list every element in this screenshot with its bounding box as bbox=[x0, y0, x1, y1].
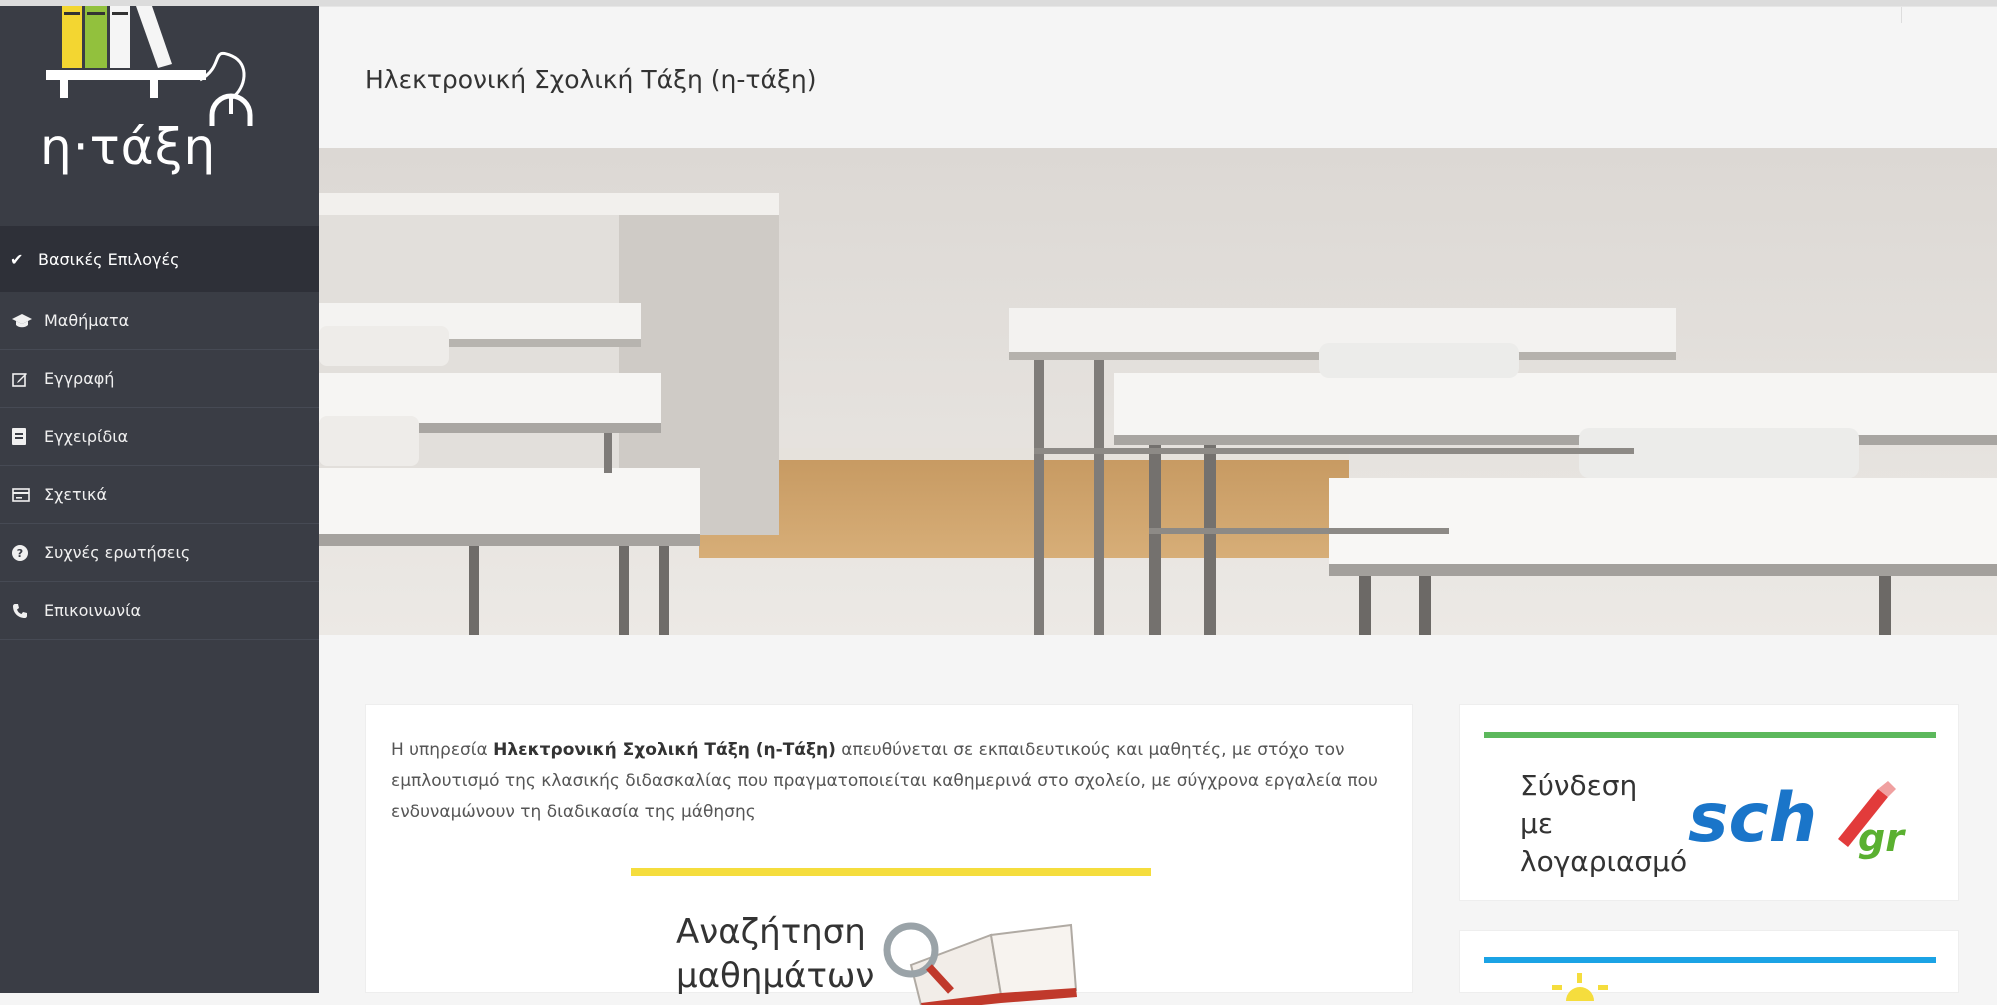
sidebar-item-faq[interactable]: ? Συχνές ερωτήσεις bbox=[0, 524, 319, 582]
sidebar-item-registration[interactable]: Εγγραφή bbox=[0, 350, 319, 408]
check-icon: ✔ bbox=[10, 249, 24, 269]
bookshelf-logo-graphic bbox=[46, 6, 253, 126]
blue-accent-bar bbox=[1484, 957, 1936, 963]
phone-icon bbox=[12, 603, 44, 619]
sidebar-menu: ✔ Βασικές Επιλογές Μαθήματα Εγγραφή Εγχε… bbox=[0, 226, 319, 640]
course-search-title[interactable]: Αναζήτηση μαθημάτων bbox=[676, 910, 874, 998]
sidebar-item-label: Σχετικά bbox=[44, 485, 108, 504]
sidebar-item-manuals[interactable]: Εγχειρίδια bbox=[0, 408, 319, 466]
intro-card: Η υπηρεσία Ηλεκτρονική Σχολική Τάξη (η-Τ… bbox=[365, 704, 1413, 1005]
secondary-card bbox=[1459, 930, 1959, 1001]
green-accent-bar bbox=[1484, 732, 1936, 738]
svg-text:?: ? bbox=[17, 547, 23, 560]
sidebar-item-label: Μαθήματα bbox=[44, 311, 130, 330]
graduation-cap-icon bbox=[12, 313, 44, 329]
card-icon bbox=[12, 487, 44, 502]
page-header: Ηλεκτρονική Σχολική Τάξη (η-τάξη) bbox=[319, 6, 1997, 149]
sidebar-item-label: Εγχειρίδια bbox=[44, 427, 129, 446]
header-divider bbox=[1901, 7, 1902, 23]
sidebar-item-label: Συχνές ερωτήσεις bbox=[44, 543, 191, 562]
book-magnifier-icon[interactable] bbox=[871, 905, 1121, 1005]
sch-gr-logo: sch gr bbox=[1688, 779, 1906, 860]
login-label: Σύνδεση με λογαριασμό bbox=[1520, 769, 1688, 878]
sidebar: η·τάξη ✔ Βασικές Επιλογές Μαθήματα Εγγρα… bbox=[0, 6, 319, 993]
intro-prefix: Η υπηρεσία bbox=[391, 740, 494, 760]
page-title: Ηλεκτρονική Σχολική Τάξη (η-τάξη) bbox=[365, 65, 817, 94]
sch-login-card[interactable]: Σύνδεση με λογαριασμό sch gr bbox=[1459, 704, 1959, 901]
sidebar-item-courses[interactable]: Μαθήματα bbox=[0, 292, 319, 350]
sidebar-item-label: Εγγραφή bbox=[44, 369, 115, 388]
sidebar-section-header: ✔ Βασικές Επιλογές bbox=[0, 226, 319, 292]
sch-logo-text: sch bbox=[1688, 779, 1817, 858]
edit-icon bbox=[12, 371, 44, 387]
hero-classroom-image bbox=[319, 148, 1997, 635]
section-title: Βασικές Επιλογές bbox=[38, 249, 180, 269]
question-icon: ? bbox=[12, 544, 44, 561]
sidebar-item-about[interactable]: Σχετικά bbox=[0, 466, 319, 524]
classroom-illustration bbox=[319, 148, 1997, 635]
sidebar-item-label: Επικοινωνία bbox=[44, 601, 142, 620]
sidebar-item-contact[interactable]: Επικοινωνία bbox=[0, 582, 319, 640]
intro-service-name: Ηλεκτρονική Σχολική Τάξη (η-Τάξη) bbox=[493, 740, 836, 760]
yellow-accent-bar bbox=[631, 868, 1151, 876]
intro-text: Η υπηρεσία Ηλεκτρονική Σχολική Τάξη (η-Τ… bbox=[391, 735, 1391, 828]
sun-icon bbox=[1552, 973, 1608, 1001]
document-icon bbox=[12, 428, 44, 445]
sch-logo-suffix: gr bbox=[1858, 816, 1906, 860]
logo-text: η·τάξη bbox=[40, 118, 217, 176]
eclass-logo[interactable]: η·τάξη bbox=[0, 6, 319, 226]
